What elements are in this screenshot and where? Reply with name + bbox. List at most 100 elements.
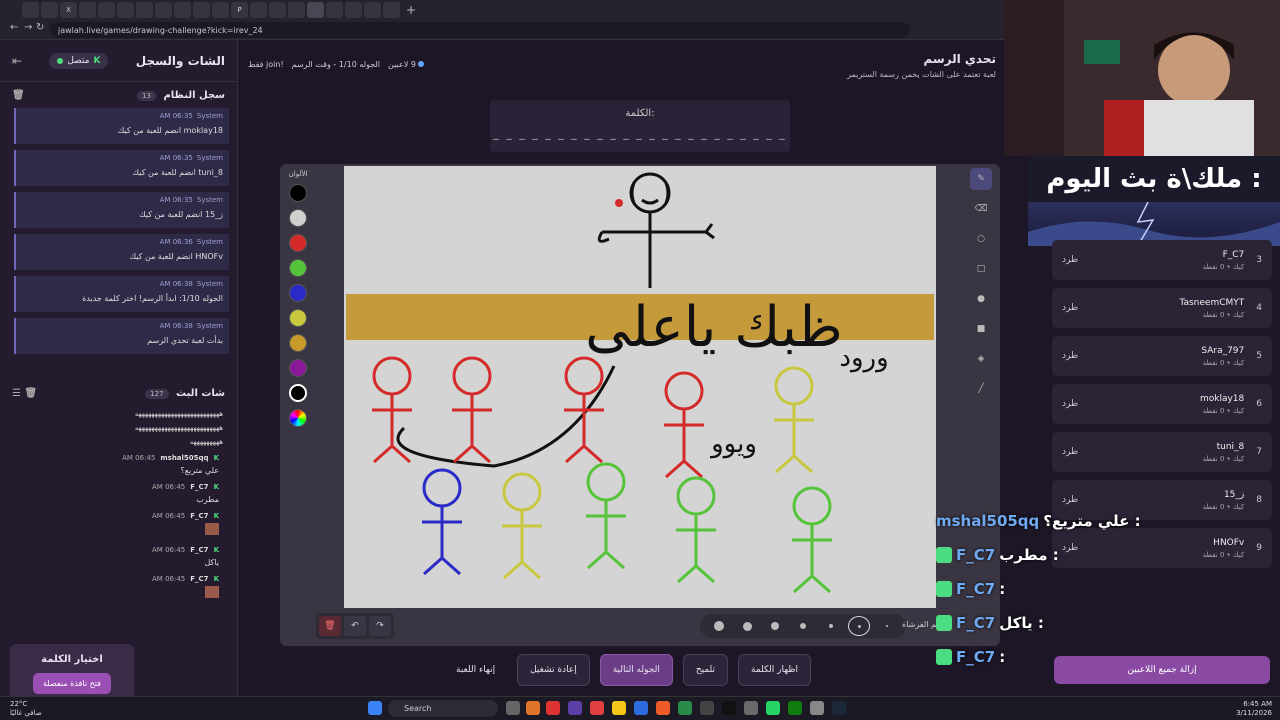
folder-icon[interactable] — [612, 701, 626, 715]
kick-player-button[interactable]: طرد — [1062, 351, 1078, 361]
chat-username[interactable]: F_C7 — [190, 575, 208, 583]
pen-tool-icon[interactable]: ✎ — [970, 168, 992, 190]
browser-tab[interactable]: P — [231, 2, 248, 18]
browser-tab[interactable] — [41, 2, 58, 18]
xbox-icon[interactable] — [788, 701, 802, 715]
kick-player-button[interactable]: طرد — [1062, 399, 1078, 409]
brush-size-lg[interactable] — [736, 616, 758, 636]
browser-tab[interactable] — [326, 2, 343, 18]
brush-size-min[interactable] — [876, 616, 898, 636]
game-action-button[interactable]: تلميح — [682, 654, 729, 686]
task-view-icon[interactable] — [506, 701, 520, 715]
chat-username[interactable]: F_C7 — [190, 512, 208, 520]
rect-tool-icon[interactable]: □ — [970, 258, 992, 280]
back-icon[interactable]: ← — [10, 22, 18, 33]
app7-icon[interactable] — [744, 701, 758, 715]
eraser-tool-icon[interactable]: ⌫ — [970, 198, 992, 220]
settings-icon[interactable] — [810, 701, 824, 715]
color-swatch[interactable] — [289, 234, 307, 252]
firefox-icon[interactable] — [526, 701, 540, 715]
undo-icon[interactable]: ↶ — [344, 616, 366, 636]
app4-icon[interactable] — [678, 701, 692, 715]
browser-tab[interactable] — [136, 2, 153, 18]
drawing-stick-figure — [502, 472, 542, 580]
browser-tab[interactable] — [98, 2, 115, 18]
chat-username[interactable]: F_C7 — [190, 546, 208, 554]
redo-icon[interactable]: ↷ — [369, 616, 391, 636]
filled-rect-tool-icon[interactable]: ■ — [970, 318, 992, 340]
app2-icon[interactable] — [590, 701, 604, 715]
browser-tab[interactable]: X — [60, 2, 77, 18]
app3-icon[interactable] — [634, 701, 648, 715]
clear-log-icon[interactable]: 🗑 — [12, 90, 25, 101]
stream-chat-list[interactable]: ههههههههههههههههههههههههههه ههههههههههههه… — [0, 410, 237, 603]
browser-tab[interactable] — [250, 2, 267, 18]
color-swatch[interactable] — [289, 334, 307, 352]
color-swatch[interactable] — [289, 259, 307, 277]
game-action-button[interactable]: إنهاء اللعبة — [444, 654, 507, 686]
collapse-panel-icon[interactable]: ⇤ — [12, 54, 22, 68]
clock[interactable]: 6:45 AM 3/11/2026 — [1236, 700, 1272, 718]
brush-size-sm[interactable] — [792, 616, 814, 636]
browser-tab[interactable] — [117, 2, 134, 18]
app5-icon[interactable] — [700, 701, 714, 715]
game-action-button[interactable]: إعادة تشغيل — [517, 654, 590, 686]
browser-tab[interactable] — [364, 2, 381, 18]
system-log-text: ز_15 انضم للعبة من كيك — [139, 210, 223, 219]
browser-tab[interactable] — [174, 2, 191, 18]
reload-icon[interactable]: ↻ — [36, 22, 44, 33]
system-log-list[interactable]: System 06:35 AM moklay18 انضم للعبة من كيك… — [0, 108, 237, 374]
browser-tab[interactable] — [22, 2, 39, 18]
kick-player-button[interactable]: طرد — [1062, 447, 1078, 457]
browser-tab[interactable] — [307, 2, 324, 18]
color-swatch[interactable] — [289, 359, 307, 377]
kick-player-button[interactable]: طرد — [1062, 303, 1078, 313]
browser-tab[interactable] — [383, 2, 400, 18]
game-action-button[interactable]: اظهار الكلمة — [738, 654, 812, 686]
browser-tab[interactable] — [345, 2, 362, 18]
kick-player-button[interactable]: طرد — [1062, 255, 1078, 265]
line-tool-icon[interactable]: ╱ — [970, 378, 992, 400]
overlay-chat-line: F_C7: — [936, 640, 1156, 674]
app6-icon[interactable] — [722, 701, 736, 715]
open-window-button[interactable]: فتح نافذة منفصلة — [33, 673, 111, 694]
browser-tab[interactable] — [193, 2, 210, 18]
game-action-button[interactable]: الجوله التالية — [599, 654, 673, 686]
browser-tab[interactable] — [79, 2, 96, 18]
brush-size-selected[interactable] — [848, 616, 870, 636]
forward-icon[interactable]: → — [24, 22, 32, 33]
status-dot-icon — [57, 57, 64, 64]
weather-widget[interactable]: 22°C صافي غالبًا — [10, 700, 42, 718]
brush-size-md[interactable] — [764, 616, 786, 636]
color-swatch[interactable] — [289, 184, 307, 202]
browser-tab[interactable] — [269, 2, 286, 18]
app-icon[interactable] — [568, 701, 582, 715]
brave-icon[interactable] — [656, 701, 670, 715]
steam-icon[interactable] — [832, 701, 846, 715]
start-icon[interactable] — [368, 701, 382, 715]
circle-tool-icon[interactable]: ○ — [970, 228, 992, 250]
color-swatch[interactable] — [289, 284, 307, 302]
browser-tab[interactable] — [288, 2, 305, 18]
chat-username[interactable]: F_C7 — [190, 483, 208, 491]
drawing-canvas[interactable]: ظبك ياعلى ورود ويوو — [344, 166, 936, 608]
brush-size-xs[interactable] — [820, 616, 842, 636]
color-swatch[interactable] — [289, 209, 307, 227]
chat-username[interactable]: mshal505qq — [160, 454, 208, 462]
browser-tab[interactable] — [155, 2, 172, 18]
new-tab-icon[interactable]: + — [406, 3, 416, 17]
youtube-icon[interactable] — [546, 701, 560, 715]
drawing-stick-figure — [774, 366, 814, 474]
address-bar[interactable]: jawlah.live/games/drawing-challenge?kick… — [50, 22, 910, 38]
fill-tool-icon[interactable]: ◈ — [970, 348, 992, 370]
filled-circle-tool-icon[interactable]: ● — [970, 288, 992, 310]
chat-filter-icon[interactable]: ☰ 🗑 — [12, 388, 37, 399]
color-swatch[interactable] — [289, 409, 307, 427]
brush-size-xl[interactable] — [708, 616, 730, 636]
browser-tab[interactable] — [212, 2, 229, 18]
color-swatch[interactable] — [289, 384, 307, 402]
clear-canvas-icon[interactable]: 🗑 — [319, 616, 341, 636]
color-swatch[interactable] — [289, 309, 307, 327]
whatsapp-icon[interactable] — [766, 701, 780, 715]
taskbar-search[interactable]: Search — [388, 700, 498, 717]
